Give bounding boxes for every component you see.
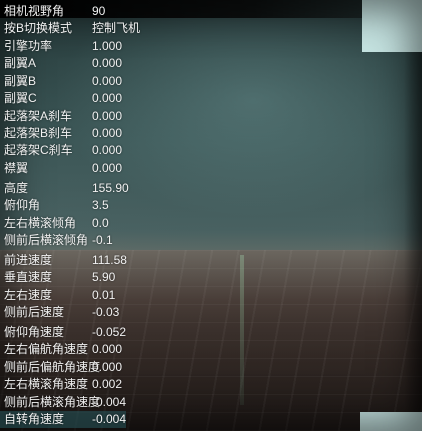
hud-value: 155.90 (92, 181, 129, 195)
hud-value: 0.002 (92, 377, 123, 392)
hud-value: 111.58 (92, 253, 127, 267)
hud-value: -0.052 (92, 325, 127, 339)
hud-value: 0.000 (92, 126, 123, 140)
hud-value: 1.000 (92, 39, 123, 53)
hud-label: 起落架B刹车 (4, 126, 73, 140)
hud-value: 控制飞机 (92, 21, 141, 36)
hud-value: -0.004 (92, 394, 127, 409)
hud-value: 0.000 (92, 342, 123, 357)
hud-value: 3.5 (92, 198, 109, 213)
hud-label: 引擎功率 (4, 39, 53, 53)
hud-label: 高度 (4, 181, 29, 195)
hud-value: 0.000 (92, 359, 123, 374)
hud-label: 侧前后横滚倾角 (4, 233, 89, 248)
flight-sim-viewport: 相机视野角 90 按B切换模式 控制飞机引擎功率 1.000 副翼A 0.000 副翼B 0.0… (0, 0, 422, 431)
hud-label: 起落架A刹车 (4, 108, 73, 123)
hud-label: 副翼C (4, 91, 37, 106)
hud-label: 垂直速度 (4, 270, 53, 285)
hud-label: 按B切换模式 (4, 21, 73, 36)
hud-value: 0.0 (92, 215, 109, 230)
hud-label: 相机视野角 (4, 4, 65, 18)
hud-value: 90 (92, 4, 106, 18)
hud-label: 侧前后偏航角速度 (4, 359, 101, 374)
hud-label: 侧前后横滚角速度 (4, 394, 101, 409)
hud-label: 襟翼 (4, 160, 29, 175)
hud-label: 起落架C刹车 (4, 143, 73, 158)
hud-label: 前进速度 (4, 253, 53, 267)
hud-label: 左右速度 (4, 287, 53, 302)
hud-value: -0.004 (92, 412, 127, 426)
hud-value: 0.000 (92, 73, 123, 88)
hud-value: 0.000 (92, 91, 123, 106)
hud-value: 5.90 (92, 270, 116, 285)
hud-row-angular-velocity: 自转角速度 -0.004 (0, 411, 126, 428)
cockpit-frame-edge (404, 52, 422, 412)
hud-label: 左右横滚倾角 (4, 215, 77, 230)
hud-label: 左右横滚角速度 (4, 377, 89, 392)
hud-value: 0.01 (92, 287, 116, 302)
hud-value: 0.000 (92, 56, 123, 71)
hud-value: 0.000 (92, 160, 123, 175)
hud-label: 左右偏航角速度 (4, 342, 89, 357)
hud-label: 俯仰角 (4, 198, 41, 213)
hud-value: 0.000 (92, 108, 123, 123)
hud-value: 0.000 (92, 143, 123, 158)
hud-value: -0.03 (92, 305, 120, 320)
hud-label: 俯仰角速度 (4, 325, 65, 339)
hud-label: 侧前后速度 (4, 305, 65, 320)
hud-value: -0.1 (92, 233, 113, 248)
hud-label: 副翼B (4, 73, 37, 88)
light-streak (240, 255, 244, 405)
bottom-right-panel (360, 412, 422, 431)
hud-label: 自转角速度 (4, 412, 65, 426)
hud-label: 副翼A (4, 56, 37, 71)
top-right-panel (362, 0, 422, 52)
